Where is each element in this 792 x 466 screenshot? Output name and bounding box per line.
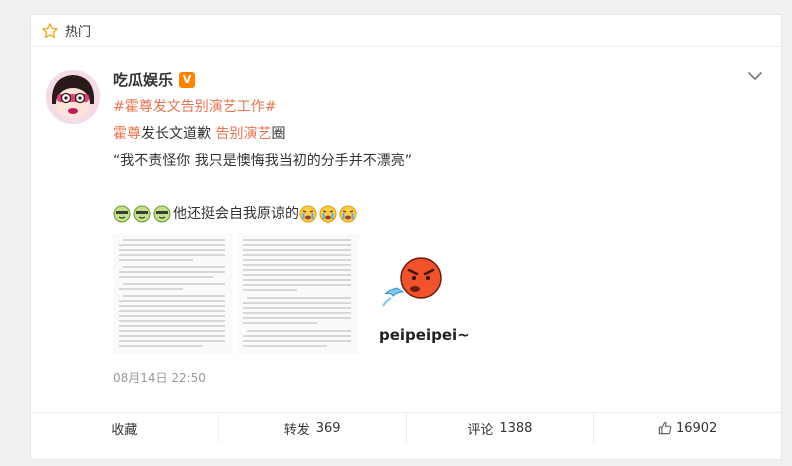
post-action-bar: 收藏 转发 369 评论 1388 16902 (31, 412, 781, 443)
post-quote: “我不责怪你 我只是懊悔我当初的分手并不漂亮” (113, 153, 412, 169)
username[interactable]: 吃瓜娱乐 V (113, 69, 196, 90)
favorite-button[interactable]: 收藏 (31, 413, 219, 443)
star-outline-icon (42, 22, 58, 38)
green-face-emoji-icon (153, 205, 171, 223)
green-face-emoji-icon (133, 205, 151, 223)
tag-link-huozun[interactable]: 霍尊 (113, 126, 141, 142)
hot-section-label: 热门 (65, 25, 92, 40)
post-text-segment: 发长文道歉 (141, 126, 216, 142)
crying-face-emoji-icon (299, 205, 317, 223)
weibo-post-card: 热门 吃瓜娱乐 V #霍尊发文告别演艺工作# 霍尊发长文道歉 告别演艺圈 “我不… (30, 14, 782, 460)
verified-badge-icon: V (179, 71, 196, 88)
crying-face-emoji-icon (319, 205, 337, 223)
thumbs-up-icon (658, 422, 672, 435)
text-page-thumbnail (119, 239, 225, 347)
text-page-thumbnail (243, 239, 351, 347)
favorite-label: 收藏 (111, 422, 138, 438)
sticker-caption: peipeipei~ (379, 326, 470, 344)
avatar-image (46, 70, 100, 124)
hot-section-header: 热门 (31, 15, 781, 47)
post-timestamp[interactable]: 08月14日 22:50 (113, 369, 206, 386)
like-count: 16902 (675, 420, 718, 436)
avatar[interactable] (46, 70, 100, 124)
post-image-statement-1[interactable] (113, 234, 233, 354)
repost-label: 转发 (283, 422, 310, 438)
post-emotion-line: 他还挺会自我原谅的 (113, 204, 359, 224)
post-text-line-2: 霍尊发长文道歉 告别演艺圈 (113, 124, 285, 144)
comment-label: 评论 (467, 422, 494, 438)
green-face-emoji-icon (113, 205, 131, 223)
post-topic-line: #霍尊发文告别演艺工作# (113, 97, 276, 117)
comment-button[interactable]: 评论 1388 (407, 413, 595, 443)
comment-count: 1388 (499, 420, 533, 436)
topic-hashtag-link[interactable]: #霍尊发文告别演艺工作# (113, 99, 276, 115)
post-text-segment: 圈 (271, 126, 286, 142)
post-image-statement-2[interactable] (237, 234, 359, 354)
tag-link-farewell[interactable]: 告别演艺 (215, 126, 271, 142)
crying-face-emoji-icon (339, 205, 357, 223)
like-button[interactable]: 16902 (594, 413, 781, 443)
repost-button[interactable]: 转发 369 (219, 413, 407, 443)
repost-count: 369 (315, 420, 341, 436)
emotion-text: 他还挺会自我原谅的 (173, 206, 299, 222)
post-image-sticker[interactable]: peipeipei~ (363, 234, 485, 354)
username-text[interactable]: 吃瓜娱乐 (113, 69, 173, 90)
chevron-down-icon[interactable] (747, 70, 763, 82)
